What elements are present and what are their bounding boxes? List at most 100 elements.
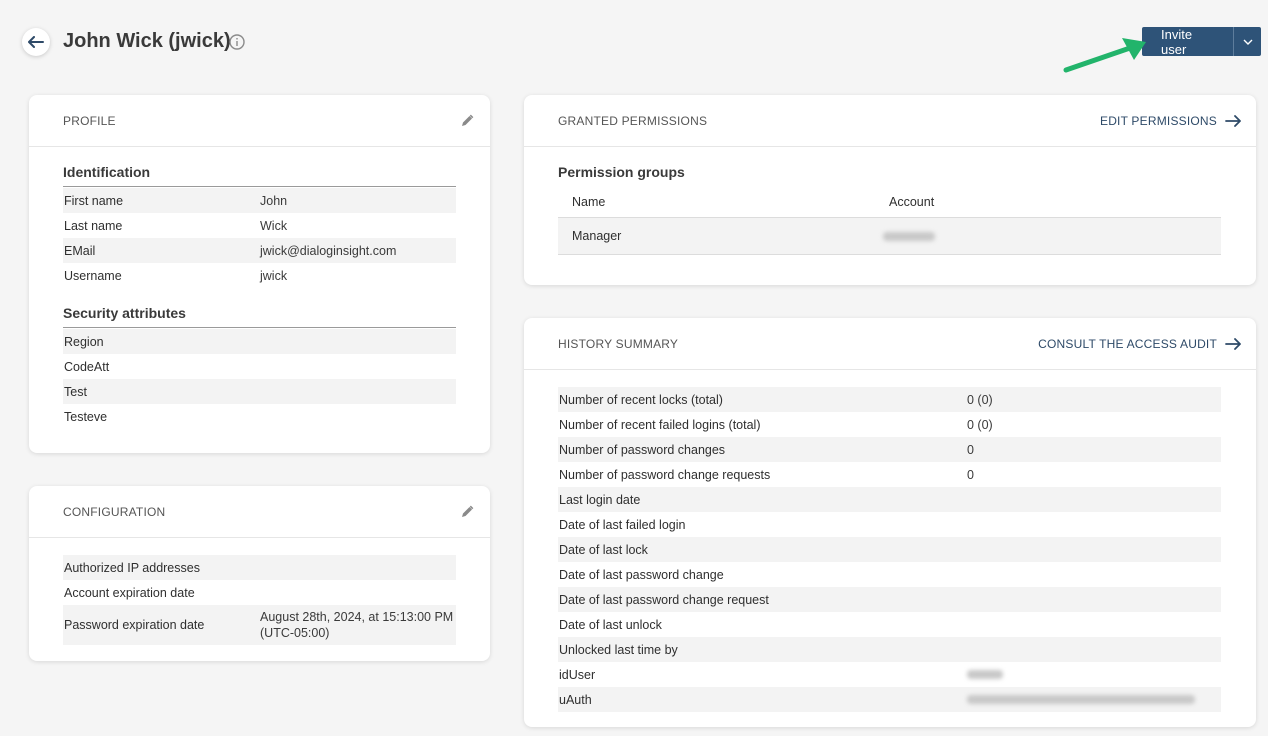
field-label: Password expiration date	[64, 618, 205, 632]
kv-row: Date of last failed login	[558, 512, 1221, 537]
field-label: First name	[64, 193, 124, 208]
field-label: Date of last password change request	[559, 592, 769, 607]
kv-row: Date of last lock	[558, 537, 1221, 562]
kv-row: Number of recent locks (total) 0 (0)	[558, 387, 1221, 412]
history-summary-card: HISTORY SUMMARY CONSULT THE ACCESS AUDIT…	[524, 318, 1256, 727]
password-expiration-timezone: (UTC-05:00)	[260, 626, 330, 640]
edit-permissions-label: EDIT PERMISSIONS	[1099, 113, 1217, 128]
kv-row: Username jwick	[63, 263, 456, 288]
configuration-card-header: CONFIGURATION	[29, 486, 490, 538]
field-value: 0 (0)	[967, 392, 993, 407]
annotation-arrow-icon	[1063, 38, 1146, 73]
pencil-icon[interactable]	[460, 114, 474, 128]
column-header-account: Account	[889, 194, 935, 209]
kv-row: Authorized IP addresses	[63, 555, 456, 580]
security-attributes-list: Region CodeAtt Test Testeve	[63, 329, 456, 429]
kv-row: Number of password changes 0	[558, 437, 1221, 462]
field-label: Date of last unlock	[559, 617, 662, 632]
field-label: Unlocked last time by	[559, 642, 678, 657]
field-label: Test	[64, 384, 87, 399]
field-label: idUser	[559, 667, 596, 682]
arrow-left-icon	[28, 36, 44, 48]
field-value: John	[260, 193, 288, 208]
column-header-name: Name	[572, 194, 606, 209]
kv-row: Password expiration date August 28th, 20…	[63, 605, 456, 645]
arrow-right-icon	[1225, 114, 1241, 127]
arrow-right-icon	[1225, 337, 1241, 350]
granted-permissions-card: GRANTED PERMISSIONS EDIT PERMISSIONS Per…	[524, 95, 1256, 285]
kv-row: First name John	[63, 188, 456, 213]
configuration-list: Authorized IP addresses Account expirati…	[29, 538, 490, 645]
kv-row: Number of password change requests 0	[558, 462, 1221, 487]
kv-row: CodeAtt	[63, 354, 456, 379]
field-label: Region	[64, 334, 104, 349]
field-value: 0	[967, 467, 974, 482]
field-label: Number of password change requests	[559, 467, 771, 482]
permission-table-header: Name Account	[558, 186, 1221, 218]
identification-title: Identification	[63, 164, 456, 187]
field-value: Wick	[260, 218, 288, 233]
field-label: Date of last failed login	[559, 517, 686, 532]
field-label: Date of last password change	[559, 567, 724, 582]
identification-list: First name John Last name Wick EMail jwick@…	[63, 188, 456, 288]
kv-row: Date of last password change	[558, 562, 1221, 587]
profile-card: PROFILE Identification First name John La…	[29, 95, 490, 453]
kv-row: Region	[63, 329, 456, 354]
kv-row: Date of last password change request	[558, 587, 1221, 612]
kv-row: Date of last unlock	[558, 612, 1221, 637]
kv-row: Account expiration date	[63, 580, 456, 605]
kv-row: uAuth	[558, 687, 1221, 712]
field-label: Testeve	[64, 409, 108, 424]
access-audit-label: CONSULT THE ACCESS AUDIT	[1038, 336, 1217, 351]
history-list: Number of recent locks (total) 0 (0) Numb…	[524, 370, 1256, 712]
history-card-header: HISTORY SUMMARY CONSULT THE ACCESS AUDIT	[524, 318, 1256, 370]
permission-groups-title: Permission groups	[558, 164, 685, 180]
kv-row: Last name Wick	[63, 213, 456, 238]
field-label: Authorized IP addresses	[64, 560, 200, 575]
redacted-account	[883, 231, 935, 241]
edit-permissions-link[interactable]: EDIT PERMISSIONS	[1100, 114, 1242, 128]
access-audit-link[interactable]: CONSULT THE ACCESS AUDIT	[1038, 337, 1242, 351]
chevron-down-icon	[1243, 39, 1252, 45]
history-card-title: HISTORY SUMMARY	[558, 336, 679, 351]
field-label: Username	[64, 268, 122, 283]
field-label: EMail	[64, 243, 96, 258]
kv-row: Number of recent failed logins (total) 0 …	[558, 412, 1221, 437]
password-expiration-date: August 28th, 2024, at 15:13:00 PM	[260, 610, 454, 624]
field-label: Number of recent locks (total)	[559, 392, 723, 407]
field-label: uAuth	[559, 692, 592, 707]
invite-options-dropdown[interactable]	[1233, 27, 1261, 56]
field-value: jwick	[260, 268, 288, 283]
pencil-icon[interactable]	[460, 505, 474, 519]
field-label: Account expiration date	[64, 585, 195, 600]
field-value: 0	[967, 442, 974, 457]
field-value: 0 (0)	[967, 417, 993, 432]
profile-card-title: PROFILE	[63, 113, 116, 128]
back-button[interactable]	[22, 28, 50, 56]
permissions-card-header: GRANTED PERMISSIONS EDIT PERMISSIONS	[524, 95, 1256, 147]
kv-row: idUser	[558, 662, 1221, 687]
field-label: Date of last lock	[559, 542, 648, 557]
field-label: Number of password changes	[559, 442, 726, 457]
info-icon[interactable]	[229, 34, 245, 50]
field-label: CodeAtt	[64, 359, 110, 374]
permissions-card-title: GRANTED PERMISSIONS	[558, 113, 708, 128]
field-label: Number of recent failed logins (total)	[559, 417, 761, 432]
field-label: Last name	[64, 218, 123, 233]
redacted-iduser	[967, 670, 1003, 679]
profile-card-header: PROFILE	[29, 95, 490, 147]
field-value: August 28th, 2024, at 15:13:00 PM (UTC-0…	[260, 609, 453, 641]
kv-row: Unlocked last time by	[558, 637, 1221, 662]
kv-row: Test	[63, 379, 456, 404]
kv-row: EMail jwick@dialoginsight.com	[63, 238, 456, 263]
kv-row: Last login date	[558, 487, 1221, 512]
configuration-card-title: CONFIGURATION	[63, 504, 166, 519]
field-value: jwick@dialoginsight.com	[260, 243, 397, 258]
kv-row: Testeve	[63, 404, 456, 429]
table-row: Manager	[558, 218, 1221, 255]
configuration-card: CONFIGURATION Authorized IP addresses Ac…	[29, 486, 490, 661]
security-attributes-title: Security attributes	[63, 305, 456, 328]
page-title: John Wick (jwick)	[63, 30, 231, 52]
redacted-uauth	[967, 695, 1195, 704]
field-label: Last login date	[559, 492, 641, 507]
